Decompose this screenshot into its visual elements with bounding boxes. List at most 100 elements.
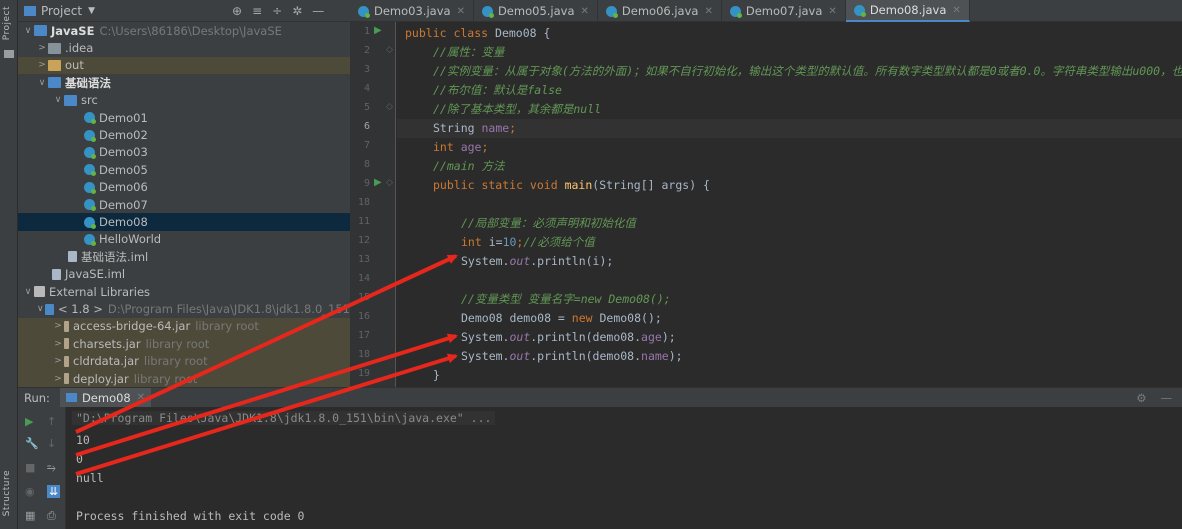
tree-item-jar[interactable]: > deploy.jar library root bbox=[18, 370, 350, 387]
code-line: public static void main(String[] args) { bbox=[433, 178, 710, 192]
tree-item-helloworld[interactable]: HelloWorld bbox=[18, 231, 350, 248]
line-number: 14 bbox=[357, 273, 370, 284]
chevron-down-icon[interactable]: ∨ bbox=[22, 287, 34, 297]
stop-icon[interactable]: ■ bbox=[25, 461, 35, 474]
up-arrow-icon[interactable]: ↑ bbox=[47, 415, 56, 428]
tree-item-demo07[interactable]: Demo07 bbox=[18, 196, 350, 213]
chevron-down-icon[interactable]: ▼ bbox=[88, 6, 95, 16]
chevron-right-icon[interactable]: > bbox=[52, 339, 64, 349]
wrench-icon[interactable]: 🔧 bbox=[25, 437, 39, 450]
tab-demo06[interactable]: Demo06.java ✕ bbox=[598, 0, 722, 22]
tree-item-javase-iml[interactable]: JavaSE.iml bbox=[18, 266, 350, 283]
soft-wrap-icon[interactable]: ⥱ bbox=[47, 461, 56, 475]
close-icon[interactable]: ✕ bbox=[704, 6, 712, 17]
close-icon[interactable]: ✕ bbox=[137, 392, 145, 403]
code-line: System.out.println(i); bbox=[461, 254, 614, 268]
close-icon[interactable]: ✕ bbox=[457, 6, 465, 17]
line-number: 5 bbox=[363, 102, 370, 113]
chevron-down-icon[interactable]: ∨ bbox=[22, 26, 34, 36]
source-folder-icon bbox=[64, 94, 77, 106]
tree-item-external-libraries[interactable]: ∨ External Libraries bbox=[18, 283, 350, 300]
tree-item-demo01[interactable]: Demo01 bbox=[18, 109, 350, 126]
tree-item-basics-iml[interactable]: 基础语法.iml bbox=[18, 248, 350, 265]
jar-icon bbox=[64, 338, 69, 350]
project-side-tab[interactable]: Project bbox=[2, 6, 12, 40]
run-config-icon bbox=[65, 393, 77, 402]
line-number: 15 bbox=[357, 292, 370, 303]
code-line: public class Demo08 { bbox=[405, 26, 551, 40]
line-number: 17 bbox=[357, 330, 370, 341]
jar-icon bbox=[64, 320, 69, 332]
tree-item-idea[interactable]: > .idea bbox=[18, 39, 350, 56]
project-title[interactable]: Project bbox=[41, 4, 82, 18]
structure-side-tab[interactable]: Structure bbox=[2, 470, 12, 516]
expand-icon[interactable]: ÷ bbox=[272, 4, 282, 18]
console-output-line: null bbox=[76, 471, 104, 485]
console-output-line: 0 bbox=[76, 452, 83, 466]
run-icon[interactable]: ▶ bbox=[374, 177, 382, 188]
chevron-right-icon[interactable]: > bbox=[52, 321, 64, 331]
fold-icon[interactable]: ◇ bbox=[386, 178, 393, 188]
camera-icon[interactable]: ◉ bbox=[25, 485, 35, 498]
line-number: 12 bbox=[357, 235, 370, 246]
code-line: Demo08 demo08 = new Demo08(); bbox=[461, 311, 662, 325]
tree-item-jdk[interactable]: ∨ < 1.8 > D:\Program Files\Java\JDK1.8\j… bbox=[18, 300, 350, 317]
collapse-all-icon[interactable]: ≡ bbox=[252, 4, 262, 18]
chevron-right-icon[interactable]: > bbox=[36, 43, 48, 53]
print-icon[interactable]: ⎙ bbox=[47, 509, 56, 523]
chevron-right-icon[interactable]: > bbox=[52, 374, 64, 384]
jar-icon bbox=[64, 373, 69, 385]
tree-item-out[interactable]: > out bbox=[18, 56, 350, 75]
tree-item-demo05[interactable]: Demo05 bbox=[18, 161, 350, 178]
run-label: Run: bbox=[24, 390, 50, 405]
tree-item-demo03[interactable]: Demo03 bbox=[18, 144, 350, 161]
locate-icon[interactable]: ⊕ bbox=[232, 4, 242, 18]
rerun-icon[interactable]: ▶ bbox=[25, 415, 33, 428]
chevron-down-icon[interactable]: ∨ bbox=[36, 304, 45, 314]
fold-icon[interactable]: ◇ bbox=[386, 45, 393, 55]
tree-item-javase[interactable]: ∨ JavaSE C:\Users\86186\Desktop\JavaSE bbox=[18, 22, 350, 39]
console-output-line: 10 bbox=[76, 433, 90, 447]
layout-icon[interactable]: ▦ bbox=[25, 509, 35, 522]
tree-item-src[interactable]: ∨ src bbox=[18, 92, 350, 109]
project-toolbar: ⊕ ≡ ÷ ✲ — bbox=[232, 0, 324, 22]
module-folder-icon bbox=[34, 25, 47, 37]
tree-item-demo06[interactable]: Demo06 bbox=[18, 179, 350, 196]
java-class-icon bbox=[729, 5, 742, 18]
code-line: int age; bbox=[433, 140, 489, 154]
code-editor[interactable]: public class Demo08 { //属性：变量 //实例变量：从属于… bbox=[397, 22, 1182, 387]
line-number: 7 bbox=[363, 140, 370, 151]
gear-icon[interactable]: ⚙ bbox=[1136, 391, 1146, 405]
line-number: 13 bbox=[357, 254, 370, 265]
close-icon[interactable]: ✕ bbox=[828, 6, 836, 17]
close-icon[interactable]: ✕ bbox=[952, 5, 960, 16]
down-arrow-icon[interactable]: ↓ bbox=[47, 437, 56, 450]
code-line: //属性：变量 bbox=[433, 45, 505, 59]
tab-demo05[interactable]: Demo05.java ✕ bbox=[474, 0, 598, 22]
chevron-right-icon[interactable]: > bbox=[52, 356, 64, 366]
chevron-down-icon[interactable]: ∨ bbox=[36, 78, 48, 88]
minimize-icon[interactable]: — bbox=[312, 4, 324, 18]
tree-item-jar[interactable]: > charsets.jar library root bbox=[18, 335, 350, 353]
run-tab-demo08[interactable]: Demo08 ✕ bbox=[59, 387, 152, 408]
tab-demo07[interactable]: Demo07.java ✕ bbox=[722, 0, 846, 22]
gear-icon[interactable]: ✲ bbox=[292, 4, 302, 18]
chevron-down-icon[interactable]: ∨ bbox=[52, 95, 64, 105]
tab-demo08[interactable]: Demo08.java ✕ bbox=[845, 0, 970, 22]
tree-item-jar[interactable]: > cldrdata.jar library root bbox=[18, 352, 350, 370]
minimize-icon[interactable]: — bbox=[1161, 391, 1173, 405]
tree-item-jar[interactable]: > access-bridge-64.jar library root bbox=[18, 317, 350, 336]
tab-demo03[interactable]: Demo03.java ✕ bbox=[350, 0, 474, 22]
console-exit-line: Process finished with exit code 0 bbox=[76, 509, 305, 523]
run-icon[interactable]: ▶ bbox=[374, 25, 382, 36]
tree-item-basics[interactable]: ∨ 基础语法 bbox=[18, 74, 350, 91]
run-panel: ▶ ↑ 🔧 ↓ ■ ⥱ ◉ ⇊ ▦ ⎙ "D:\Program Files\Ja… bbox=[18, 407, 1182, 529]
tree-item-demo08[interactable]: Demo08 bbox=[18, 213, 350, 231]
scroll-to-end-icon[interactable]: ⇊ bbox=[47, 485, 61, 498]
code-line: //除了基本类型，其余都是null bbox=[433, 102, 602, 116]
chevron-right-icon[interactable]: > bbox=[36, 60, 48, 70]
fold-icon[interactable]: ◇ bbox=[386, 102, 393, 112]
tree-item-demo02[interactable]: Demo02 bbox=[18, 126, 350, 143]
close-icon[interactable]: ✕ bbox=[581, 6, 589, 17]
code-line: //变量类型 变量名字=new Demo08(); bbox=[461, 292, 671, 306]
